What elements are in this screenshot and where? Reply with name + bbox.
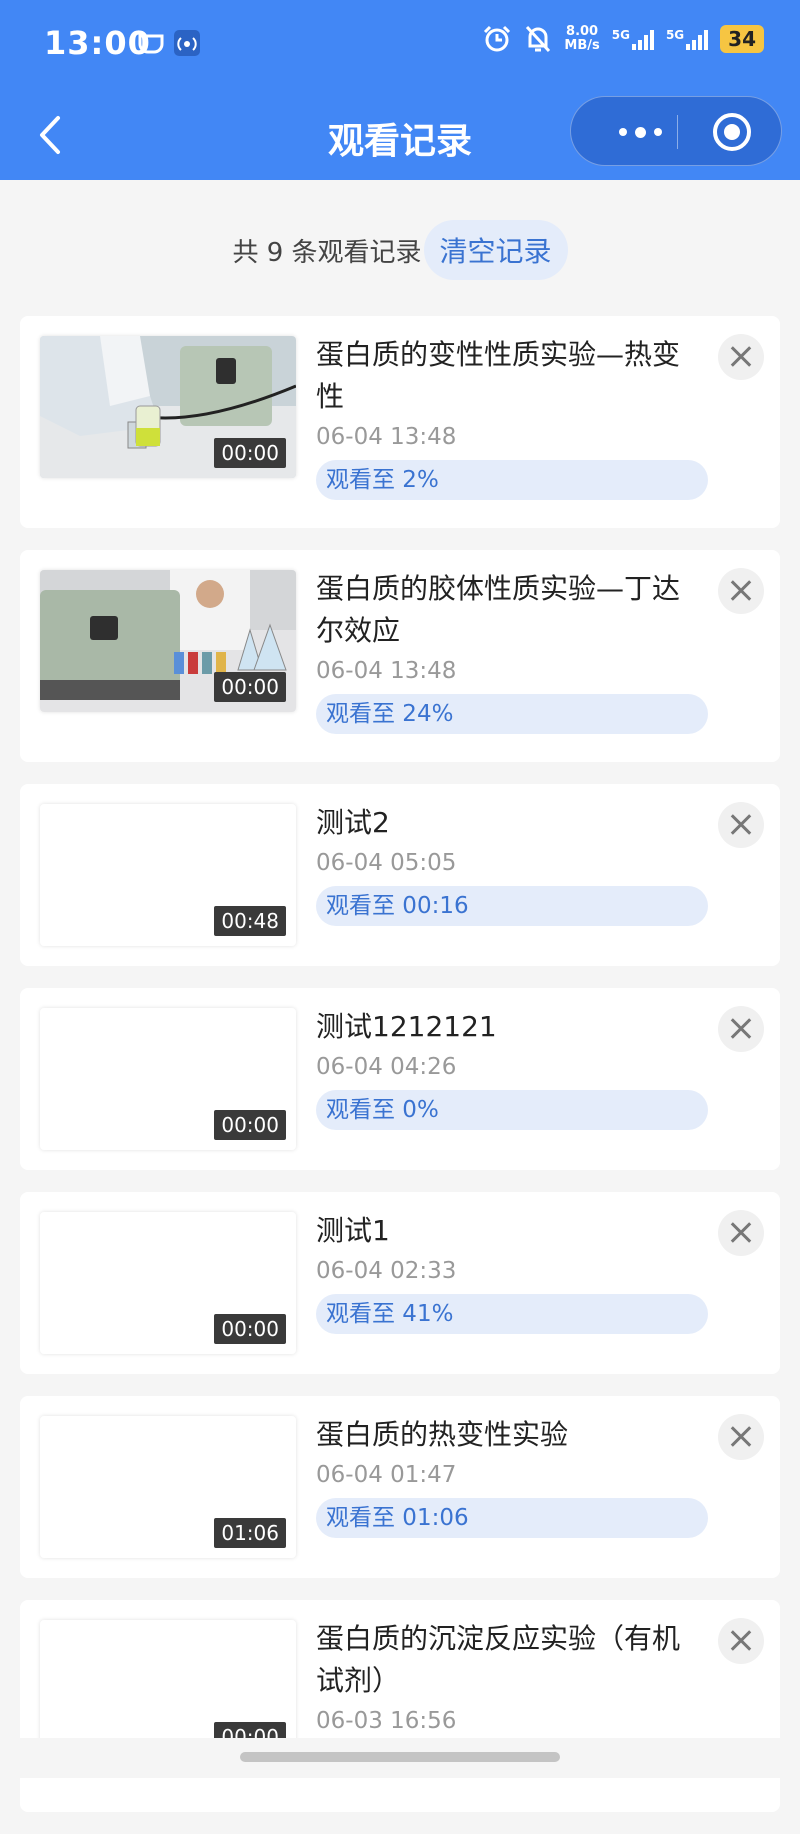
watch-progress: 观看至 24% xyxy=(316,694,708,734)
record-info: 测试1212121 06-04 04:26 观看至 0% xyxy=(316,1006,708,1130)
nav-bar: 观看记录 xyxy=(0,90,800,180)
delete-record-icon[interactable] xyxy=(718,1006,764,1052)
record-info: 测试1 06-04 02:33 观看至 41% xyxy=(316,1210,708,1334)
video-duration: 00:00 xyxy=(214,438,286,468)
close-mini-program-icon[interactable] xyxy=(713,113,751,151)
top-bar: 13:00 8.00 MB/s 5G 5G 34 观看记录 xyxy=(0,0,800,180)
record-time: 06-04 05:05 xyxy=(316,850,457,876)
record-card[interactable]: 00:00 蛋白质的沉淀反应实验（有机试剂） 06-03 16:56 xyxy=(20,1600,780,1812)
record-card[interactable]: 01:06 蛋白质的热变性实验 06-04 01:47 观看至 01:06 xyxy=(20,1396,780,1578)
hotspot-icon xyxy=(174,30,200,56)
delete-record-icon[interactable] xyxy=(718,802,764,848)
record-title: 蛋白质的胶体性质实验—丁达尔效应 xyxy=(316,572,681,647)
capsule-divider xyxy=(677,115,678,149)
sim2-label: 5G xyxy=(665,28,685,42)
record-info: 蛋白质的热变性实验 06-04 01:47 观看至 01:06 xyxy=(316,1414,708,1538)
home-indicator[interactable] xyxy=(240,1752,560,1762)
mini-program-capsule xyxy=(570,96,782,166)
signal-sim2: 5G xyxy=(665,28,709,50)
network-speed-unit: MB/s xyxy=(564,38,600,53)
notification-icon xyxy=(138,34,164,54)
signal-bars-icon xyxy=(631,28,654,50)
record-count: 共 9 条观看记录 xyxy=(232,237,422,268)
network-speed-value: 8.00 xyxy=(566,24,599,39)
record-card[interactable]: 00:00 蛋白质的变性性质实验—热变性 06-04 13:48 观看至 2% xyxy=(20,316,780,528)
record-info: 蛋白质的变性性质实验—热变性 06-04 13:48 观看至 2% xyxy=(316,334,708,500)
video-thumbnail[interactable]: 01:06 xyxy=(40,1416,296,1558)
video-thumbnail[interactable]: 00:00 xyxy=(40,1212,296,1354)
video-duration: 00:00 xyxy=(214,1110,286,1140)
record-title: 测试1212121 xyxy=(316,1010,497,1043)
video-duration: 00:00 xyxy=(214,1314,286,1344)
record-card[interactable]: 00:48 测试2 06-04 05:05 观看至 00:16 xyxy=(20,784,780,966)
network-speed: 8.00 MB/s xyxy=(564,25,599,53)
video-duration: 01:06 xyxy=(214,1518,286,1548)
video-duration: 00:48 xyxy=(214,906,286,936)
record-card[interactable]: 00:00 测试1 06-04 02:33 观看至 41% xyxy=(20,1192,780,1374)
record-title: 蛋白质的热变性实验 xyxy=(316,1418,569,1451)
record-title: 测试2 xyxy=(316,806,390,839)
record-title: 测试1 xyxy=(316,1214,390,1247)
status-time: 13:00 xyxy=(44,24,151,62)
watch-progress: 观看至 41% xyxy=(316,1294,708,1334)
watch-progress: 观看至 01:06 xyxy=(316,1498,708,1538)
watch-progress: 观看至 00:16 xyxy=(316,886,708,926)
video-thumbnail[interactable]: 00:48 xyxy=(40,804,296,946)
record-time: 06-03 16:56 xyxy=(316,1708,457,1734)
record-card[interactable]: 00:00 蛋白质的胶体性质实验—丁达尔效应 06-04 13:48 观看至 2… xyxy=(20,550,780,762)
signal-bars-icon xyxy=(686,28,709,50)
record-time: 06-04 13:48 xyxy=(316,658,457,684)
video-thumbnail[interactable]: 00:00 xyxy=(40,570,296,712)
signal-sim1: 5G xyxy=(612,28,654,50)
record-time: 06-04 04:26 xyxy=(316,1054,457,1080)
record-list: 00:00 蛋白质的变性性质实验—热变性 06-04 13:48 观看至 2% xyxy=(20,316,780,1834)
delete-record-icon[interactable] xyxy=(718,334,764,380)
status-bar: 13:00 8.00 MB/s 5G 5G 34 xyxy=(0,0,800,86)
watch-progress: 观看至 0% xyxy=(316,1090,708,1130)
record-time: 06-04 02:33 xyxy=(316,1258,457,1284)
record-info: 蛋白质的胶体性质实验—丁达尔效应 06-04 13:48 观看至 24% xyxy=(316,568,708,734)
record-time: 06-04 01:47 xyxy=(316,1462,457,1488)
record-info: 测试2 06-04 05:05 观看至 00:16 xyxy=(316,802,708,926)
video-duration: 00:00 xyxy=(214,672,286,702)
record-title: 蛋白质的变性性质实验—热变性 xyxy=(316,338,681,413)
status-right: 8.00 MB/s 5G 5G 34 xyxy=(482,24,764,54)
record-title: 蛋白质的沉淀反应实验（有机试剂） xyxy=(316,1622,681,1697)
video-thumbnail[interactable]: 00:00 xyxy=(40,336,296,478)
delete-record-icon[interactable] xyxy=(718,568,764,614)
delete-record-icon[interactable] xyxy=(718,1414,764,1460)
battery-indicator: 34 xyxy=(720,25,764,53)
mute-bell-icon xyxy=(526,25,551,53)
more-dots-icon[interactable] xyxy=(605,115,675,149)
video-thumbnail[interactable]: 00:00 xyxy=(40,1008,296,1150)
clear-records-button[interactable]: 清空记录 xyxy=(423,220,568,280)
record-summary: 共 9 条观看记录 清空记录 xyxy=(0,220,800,280)
delete-record-icon[interactable] xyxy=(718,1210,764,1256)
alarm-icon xyxy=(484,25,511,52)
delete-record-icon[interactable] xyxy=(718,1618,764,1664)
watch-progress: 观看至 2% xyxy=(316,460,708,500)
sim1-label: 5G xyxy=(611,28,630,42)
record-time: 06-04 13:48 xyxy=(316,424,457,450)
record-card[interactable]: 00:00 测试1212121 06-04 04:26 观看至 0% xyxy=(20,988,780,1170)
record-info: 蛋白质的沉淀反应实验（有机试剂） 06-03 16:56 xyxy=(316,1618,700,1734)
